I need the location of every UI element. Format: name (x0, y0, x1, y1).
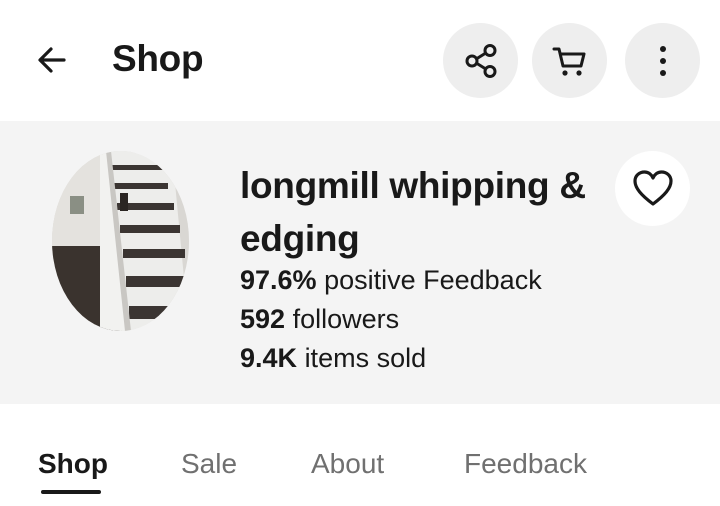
share-button[interactable] (443, 23, 518, 98)
cart-button[interactable] (532, 23, 607, 98)
feedback-label: positive Feedback (324, 265, 542, 295)
arrow-left-icon (38, 47, 66, 73)
items-sold-count: 9.4K (240, 343, 298, 373)
more-options-button[interactable] (625, 23, 700, 98)
tab-feedback[interactable]: Feedback (464, 448, 587, 480)
tab-sale[interactable]: Sale (181, 448, 237, 480)
active-tab-indicator (41, 490, 101, 494)
back-button[interactable] (26, 34, 78, 86)
heart-icon (632, 169, 673, 206)
followers-count: 592 (240, 304, 286, 334)
cart-icon (552, 47, 585, 76)
seller-profile-card: longmill whipping & edging 97.6% positiv… (0, 121, 720, 404)
page-title: Shop (112, 38, 204, 79)
follow-seller-button[interactable] (615, 151, 690, 226)
seller-avatar[interactable] (52, 151, 189, 331)
more-vertical-icon (659, 45, 666, 76)
items-sold-label: items sold (304, 343, 427, 373)
positive-feedback-stat: 97.6% positive Feedback (240, 264, 542, 296)
shop-name: longmill whipping & edging (240, 165, 586, 259)
top-app-bar: Shop (0, 0, 720, 121)
tab-about[interactable]: About (311, 448, 384, 480)
tab-shop[interactable]: Shop (38, 448, 108, 480)
items-sold-stat: 9.4K items sold (240, 342, 426, 374)
followers-label: followers (292, 304, 400, 334)
feedback-percentage: 97.6% (240, 265, 317, 295)
followers-stat: 592 followers (240, 303, 399, 335)
staircase-photo (52, 151, 189, 331)
shop-tabs: Shop Sale About Feedback (0, 404, 720, 506)
share-icon (465, 43, 496, 78)
